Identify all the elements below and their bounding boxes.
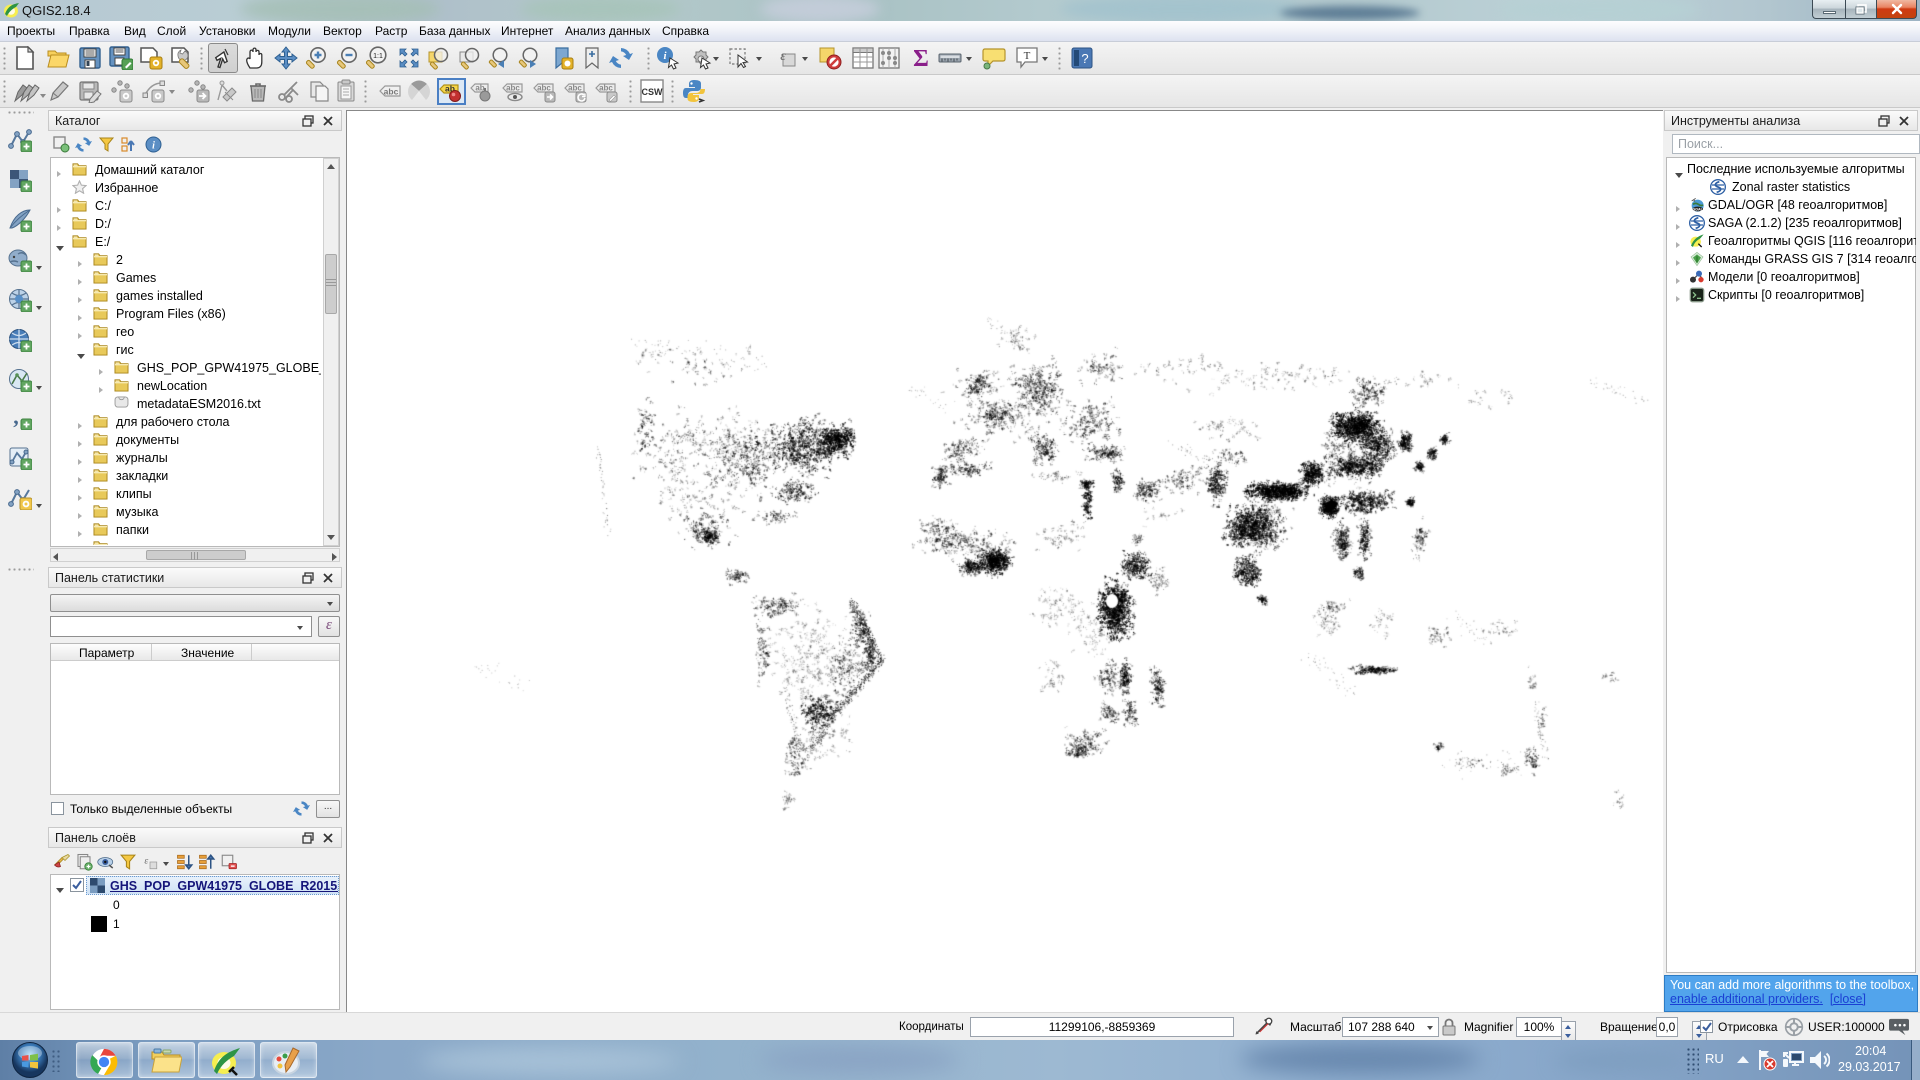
- svg-text:GDAL: GDAL: [1692, 208, 1703, 212]
- svg-text:1:1: 1:1: [373, 53, 383, 60]
- svg-text:CSW: CSW: [642, 87, 664, 97]
- svg-text:abc: abc: [506, 84, 520, 93]
- svg-text:T: T: [1024, 50, 1031, 62]
- svg-text:ε: ε: [780, 49, 786, 64]
- svg-text:i: i: [152, 141, 155, 152]
- svg-text:,: ,: [13, 406, 19, 429]
- svg-text:abc: abc: [568, 84, 582, 93]
- svg-text:abc: abc: [384, 87, 399, 97]
- svg-text:abc: abc: [537, 84, 551, 93]
- svg-text:Σ: Σ: [913, 46, 929, 70]
- svg-text:ε: ε: [144, 856, 148, 867]
- svg-text:abc: abc: [599, 84, 613, 93]
- svg-text:?: ?: [1081, 51, 1088, 66]
